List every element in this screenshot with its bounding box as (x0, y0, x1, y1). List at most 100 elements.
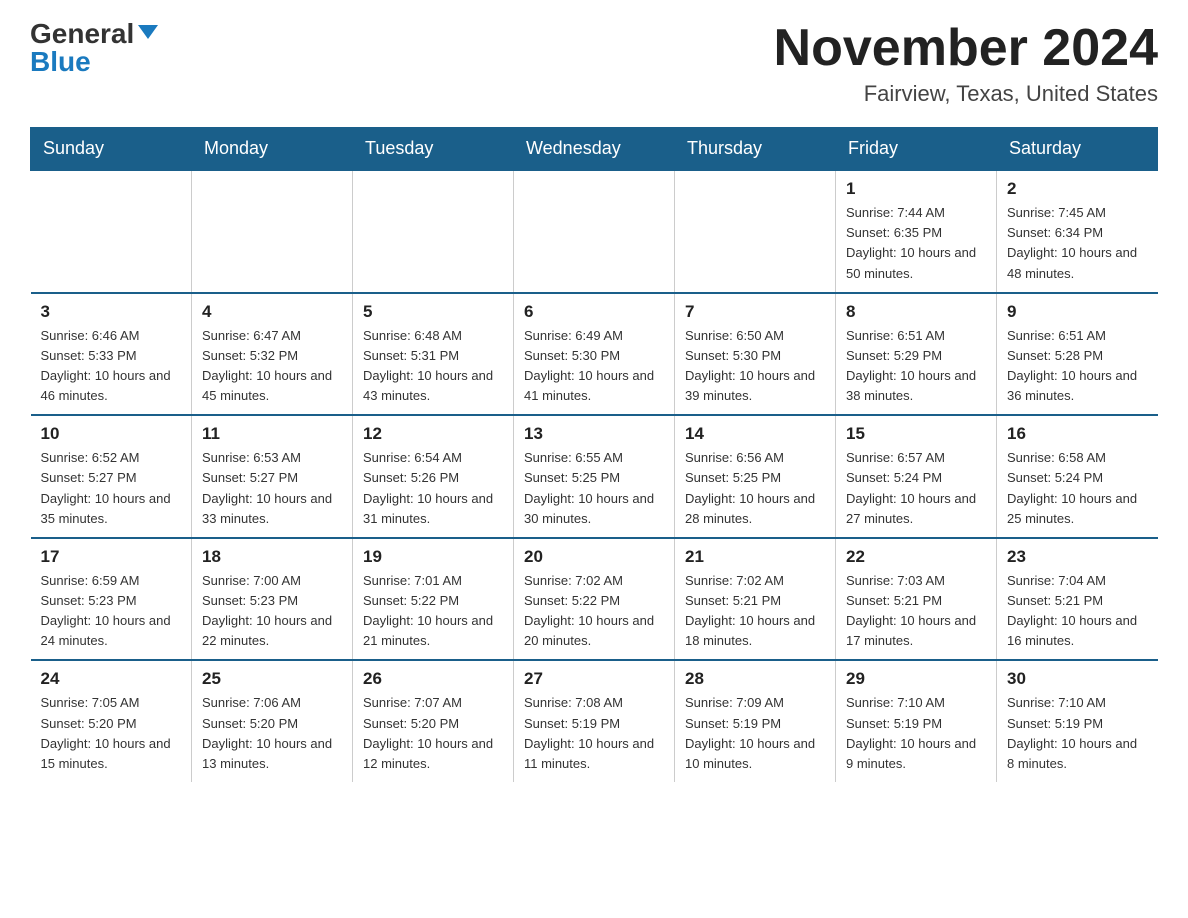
day-info: Sunrise: 6:56 AM Sunset: 5:25 PM Dayligh… (685, 448, 825, 529)
calendar-day-cell: 25 Sunrise: 7:06 AM Sunset: 5:20 PM Dayli… (192, 660, 353, 782)
day-number: 23 (1007, 547, 1148, 567)
day-number: 24 (41, 669, 182, 689)
location-title: Fairview, Texas, United States (774, 81, 1158, 107)
month-title: November 2024 (774, 20, 1158, 77)
day-info: Sunrise: 7:02 AM Sunset: 5:22 PM Dayligh… (524, 571, 664, 652)
day-number: 19 (363, 547, 503, 567)
day-info: Sunrise: 6:46 AM Sunset: 5:33 PM Dayligh… (41, 326, 182, 407)
calendar-day-cell (192, 170, 353, 293)
day-info: Sunrise: 6:59 AM Sunset: 5:23 PM Dayligh… (41, 571, 182, 652)
day-number: 11 (202, 424, 342, 444)
day-of-week-header: Friday (836, 128, 997, 171)
day-info: Sunrise: 6:51 AM Sunset: 5:29 PM Dayligh… (846, 326, 986, 407)
day-number: 5 (363, 302, 503, 322)
day-number: 4 (202, 302, 342, 322)
calendar-day-cell: 5 Sunrise: 6:48 AM Sunset: 5:31 PM Daylig… (353, 293, 514, 416)
calendar-week-row: 17 Sunrise: 6:59 AM Sunset: 5:23 PM Dayli… (31, 538, 1158, 661)
calendar-day-cell: 27 Sunrise: 7:08 AM Sunset: 5:19 PM Dayli… (514, 660, 675, 782)
calendar-day-cell: 17 Sunrise: 6:59 AM Sunset: 5:23 PM Dayli… (31, 538, 192, 661)
day-number: 15 (846, 424, 986, 444)
day-info: Sunrise: 6:52 AM Sunset: 5:27 PM Dayligh… (41, 448, 182, 529)
calendar-day-cell: 11 Sunrise: 6:53 AM Sunset: 5:27 PM Dayli… (192, 415, 353, 538)
day-info: Sunrise: 6:53 AM Sunset: 5:27 PM Dayligh… (202, 448, 342, 529)
day-of-week-header: Saturday (997, 128, 1158, 171)
day-number: 17 (41, 547, 182, 567)
day-info: Sunrise: 6:55 AM Sunset: 5:25 PM Dayligh… (524, 448, 664, 529)
day-info: Sunrise: 6:51 AM Sunset: 5:28 PM Dayligh… (1007, 326, 1148, 407)
day-info: Sunrise: 7:07 AM Sunset: 5:20 PM Dayligh… (363, 693, 503, 774)
calendar-week-row: 3 Sunrise: 6:46 AM Sunset: 5:33 PM Daylig… (31, 293, 1158, 416)
calendar-day-cell (675, 170, 836, 293)
calendar-day-cell: 6 Sunrise: 6:49 AM Sunset: 5:30 PM Daylig… (514, 293, 675, 416)
day-number: 12 (363, 424, 503, 444)
calendar-day-cell: 2 Sunrise: 7:45 AM Sunset: 6:34 PM Daylig… (997, 170, 1158, 293)
day-info: Sunrise: 7:05 AM Sunset: 5:20 PM Dayligh… (41, 693, 182, 774)
calendar-day-cell: 1Sunrise: 7:44 AM Sunset: 6:35 PM Daylig… (836, 170, 997, 293)
logo-general-text: General (30, 20, 134, 48)
day-info: Sunrise: 7:00 AM Sunset: 5:23 PM Dayligh… (202, 571, 342, 652)
day-number: 26 (363, 669, 503, 689)
calendar-day-cell: 12 Sunrise: 6:54 AM Sunset: 5:26 PM Dayli… (353, 415, 514, 538)
day-of-week-header: Sunday (31, 128, 192, 171)
day-number: 25 (202, 669, 342, 689)
day-number: 16 (1007, 424, 1148, 444)
day-number: 13 (524, 424, 664, 444)
calendar-week-row: 10Sunrise: 6:52 AM Sunset: 5:27 PM Dayli… (31, 415, 1158, 538)
calendar-day-cell: 10Sunrise: 6:52 AM Sunset: 5:27 PM Dayli… (31, 415, 192, 538)
calendar-day-cell: 13 Sunrise: 6:55 AM Sunset: 5:25 PM Dayli… (514, 415, 675, 538)
day-number: 9 (1007, 302, 1148, 322)
day-number: 6 (524, 302, 664, 322)
day-info: Sunrise: 6:48 AM Sunset: 5:31 PM Dayligh… (363, 326, 503, 407)
calendar-day-cell: 9 Sunrise: 6:51 AM Sunset: 5:28 PM Daylig… (997, 293, 1158, 416)
day-number: 30 (1007, 669, 1148, 689)
calendar-day-cell: 22 Sunrise: 7:03 AM Sunset: 5:21 PM Dayli… (836, 538, 997, 661)
day-number: 22 (846, 547, 986, 567)
calendar-day-cell: 18 Sunrise: 7:00 AM Sunset: 5:23 PM Dayli… (192, 538, 353, 661)
day-number: 7 (685, 302, 825, 322)
day-number: 27 (524, 669, 664, 689)
calendar-day-cell: 23 Sunrise: 7:04 AM Sunset: 5:21 PM Dayli… (997, 538, 1158, 661)
calendar-day-cell: 4 Sunrise: 6:47 AM Sunset: 5:32 PM Daylig… (192, 293, 353, 416)
day-of-week-header: Monday (192, 128, 353, 171)
logo: General Blue (30, 20, 158, 76)
day-of-week-header: Thursday (675, 128, 836, 171)
day-number: 18 (202, 547, 342, 567)
calendar-week-row: 1Sunrise: 7:44 AM Sunset: 6:35 PM Daylig… (31, 170, 1158, 293)
page-header: General Blue November 2024 Fairview, Tex… (30, 20, 1158, 107)
calendar-day-cell: 28Sunrise: 7:09 AM Sunset: 5:19 PM Dayli… (675, 660, 836, 782)
day-info: Sunrise: 6:47 AM Sunset: 5:32 PM Dayligh… (202, 326, 342, 407)
calendar-day-cell: 15 Sunrise: 6:57 AM Sunset: 5:24 PM Dayli… (836, 415, 997, 538)
logo-blue-text: Blue (30, 48, 91, 76)
calendar-day-cell: 26 Sunrise: 7:07 AM Sunset: 5:20 PM Dayli… (353, 660, 514, 782)
day-number: 21 (685, 547, 825, 567)
day-info: Sunrise: 7:06 AM Sunset: 5:20 PM Dayligh… (202, 693, 342, 774)
calendar-day-cell (31, 170, 192, 293)
day-info: Sunrise: 6:58 AM Sunset: 5:24 PM Dayligh… (1007, 448, 1148, 529)
day-number: 20 (524, 547, 664, 567)
calendar-day-cell: 20 Sunrise: 7:02 AM Sunset: 5:22 PM Dayli… (514, 538, 675, 661)
calendar-header-row: SundayMondayTuesdayWednesdayThursdayFrid… (31, 128, 1158, 171)
calendar-day-cell: 14 Sunrise: 6:56 AM Sunset: 5:25 PM Dayli… (675, 415, 836, 538)
day-info: Sunrise: 7:04 AM Sunset: 5:21 PM Dayligh… (1007, 571, 1148, 652)
logo-triangle-icon (138, 25, 158, 39)
day-info: Sunrise: 6:57 AM Sunset: 5:24 PM Dayligh… (846, 448, 986, 529)
calendar-day-cell: 19Sunrise: 7:01 AM Sunset: 5:22 PM Dayli… (353, 538, 514, 661)
calendar-day-cell (353, 170, 514, 293)
day-info: Sunrise: 7:45 AM Sunset: 6:34 PM Dayligh… (1007, 203, 1148, 284)
day-info: Sunrise: 7:44 AM Sunset: 6:35 PM Dayligh… (846, 203, 986, 284)
day-info: Sunrise: 6:54 AM Sunset: 5:26 PM Dayligh… (363, 448, 503, 529)
day-number: 8 (846, 302, 986, 322)
calendar-day-cell: 3 Sunrise: 6:46 AM Sunset: 5:33 PM Daylig… (31, 293, 192, 416)
day-number: 14 (685, 424, 825, 444)
calendar-table: SundayMondayTuesdayWednesdayThursdayFrid… (30, 127, 1158, 782)
day-info: Sunrise: 6:49 AM Sunset: 5:30 PM Dayligh… (524, 326, 664, 407)
day-number: 3 (41, 302, 182, 322)
day-info: Sunrise: 7:10 AM Sunset: 5:19 PM Dayligh… (1007, 693, 1148, 774)
calendar-day-cell: 29Sunrise: 7:10 AM Sunset: 5:19 PM Dayli… (836, 660, 997, 782)
calendar-week-row: 24 Sunrise: 7:05 AM Sunset: 5:20 PM Dayli… (31, 660, 1158, 782)
day-number: 2 (1007, 179, 1148, 199)
calendar-day-cell: 8 Sunrise: 6:51 AM Sunset: 5:29 PM Daylig… (836, 293, 997, 416)
calendar-day-cell: 24 Sunrise: 7:05 AM Sunset: 5:20 PM Dayli… (31, 660, 192, 782)
day-info: Sunrise: 7:08 AM Sunset: 5:19 PM Dayligh… (524, 693, 664, 774)
day-info: Sunrise: 7:03 AM Sunset: 5:21 PM Dayligh… (846, 571, 986, 652)
